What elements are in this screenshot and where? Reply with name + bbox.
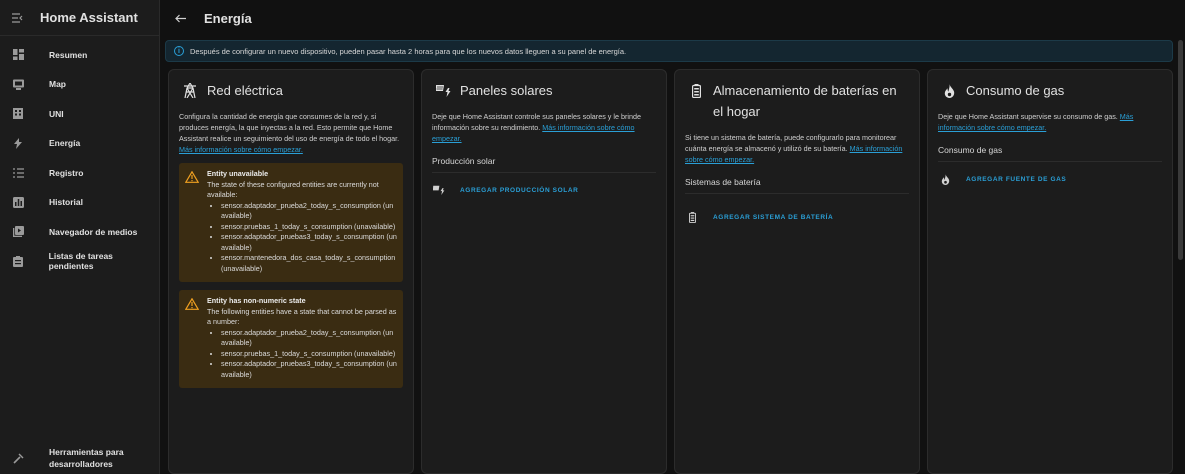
fire-icon — [938, 80, 960, 101]
map-icon — [0, 79, 36, 90]
sidebar-item-label: Registro — [49, 167, 84, 178]
card-title-text: Consumo de gas — [966, 83, 1065, 98]
sidebar-item-map[interactable]: Map — [0, 70, 159, 100]
card-description: Deje que Home Assistant supervise su con… — [938, 111, 1162, 133]
card-title: Almacenamiento de baterías en el hogar — [685, 80, 909, 122]
app: Home Assistant Resumen Map UNI Energía R… — [0, 0, 1185, 474]
card-title-text: Almacenamiento de baterías en el hogar — [713, 83, 897, 119]
chart-icon — [0, 196, 36, 208]
sidebar-item-label: Map — [49, 79, 66, 90]
sidebar-item-energia[interactable]: Energía — [0, 129, 159, 159]
section-heading: Sistemas de batería — [685, 177, 909, 194]
warning-title: Entity unavailable — [207, 169, 269, 178]
sidebar-item-uni[interactable]: UNI — [0, 99, 159, 129]
card-description: Configura la cantidad de energía que con… — [179, 111, 403, 155]
sidebar-item-registro[interactable]: Registro — [0, 158, 159, 188]
hammer-icon — [0, 453, 36, 464]
banner-text: Después de configurar un nuevo dispositi… — [190, 46, 627, 56]
lightning-icon — [0, 137, 36, 149]
list-item: sensor.mantenedora_dos_casa_today_s_cons… — [221, 253, 397, 274]
warning-body: Entity unavailable The state of these co… — [207, 169, 397, 274]
app-title: Home Assistant — [40, 10, 138, 25]
info-banner: i Después de configurar un nuevo disposi… — [165, 40, 1173, 62]
card-description-text: Deje que Home Assistant supervise su con… — [938, 112, 1118, 121]
gas-card: Consumo de gas Deje que Home Assistant s… — [927, 69, 1173, 474]
card-description-text: Configura la cantidad de energía que con… — [179, 112, 400, 143]
fire-icon — [938, 173, 952, 185]
card-title: Paneles solares — [432, 80, 656, 101]
warning-icon — [184, 296, 201, 380]
list-item: sensor.pruebas_1_today_s_consumption (un… — [221, 222, 397, 233]
add-battery-system-button[interactable]: Agregar sistema de batería — [713, 214, 833, 221]
list-item: sensor.adaptador_pruebas3_today_s_consum… — [221, 232, 397, 253]
add-gas-row: Agregar fuente de gas — [938, 172, 1162, 186]
solar-panel-icon — [432, 185, 446, 195]
list-item: sensor.adaptador_prueba2_today_s_consump… — [221, 328, 397, 349]
sidebar-item-label: UNI — [49, 108, 64, 119]
card-title: Red eléctrica — [179, 80, 403, 101]
add-solar-row: Agregar producción solar — [432, 183, 656, 197]
sidebar: Home Assistant Resumen Map UNI Energía R… — [0, 0, 160, 474]
arrow-left-icon — [174, 14, 186, 22]
transmission-tower-icon — [179, 80, 201, 101]
warning-title: Entity has non-numeric state — [207, 296, 306, 305]
add-battery-row: Agregar sistema de batería — [685, 210, 909, 224]
sidebar-item-navegador-medios[interactable]: Navegador de medios — [0, 217, 159, 247]
card-title: Consumo de gas — [938, 80, 1162, 101]
media-icon — [0, 226, 36, 238]
sidebar-items: Resumen Map UNI Energía Registro Histori… — [0, 36, 159, 276]
checklist-icon — [0, 255, 36, 267]
grid-card: Red eléctrica Configura la cantidad de e… — [168, 69, 414, 474]
add-gas-source-button[interactable]: Agregar fuente de gas — [966, 176, 1066, 183]
list-item: sensor.pruebas_1_today_s_consumption (un… — [221, 349, 397, 360]
sidebar-item-herramientas[interactable]: Herramientas para desarrolladores — [0, 442, 160, 474]
card-title-text: Red eléctrica — [207, 83, 283, 98]
sidebar-item-label: Herramientas para desarrolladores — [49, 447, 124, 469]
warning-entity-unavailable: Entity unavailable The state of these co… — [179, 163, 403, 282]
warning-list: sensor.adaptador_prueba2_today_s_consump… — [221, 328, 397, 381]
sidebar-item-label: Resumen — [49, 49, 88, 60]
sidebar-item-listas-tareas[interactable]: Listas de tareas pendientes — [0, 247, 159, 277]
warning-body: Entity has non-numeric state The followi… — [207, 296, 397, 380]
battery-icon — [685, 211, 699, 223]
section-heading: Consumo de gas — [938, 145, 1162, 162]
card-description: Deje que Home Assistant controle sus pan… — [432, 111, 656, 144]
card-title-text: Paneles solares — [460, 83, 553, 98]
info-icon: i — [174, 46, 184, 56]
warning-text: The following entities have a state that… — [207, 306, 397, 327]
sidebar-header: Home Assistant — [0, 0, 159, 36]
battery-card: Almacenamiento de baterías en el hogar S… — [674, 69, 920, 474]
top-bar: Energía — [160, 0, 1185, 36]
add-solar-production-button[interactable]: Agregar producción solar — [460, 187, 578, 194]
learn-more-link[interactable]: Más información sobre cómo empezar. — [179, 145, 303, 154]
back-button[interactable] — [160, 0, 200, 36]
warning-list: sensor.adaptador_prueba2_today_s_consump… — [221, 201, 397, 275]
sidebar-item-resumen[interactable]: Resumen — [0, 40, 159, 70]
warning-text: The state of these configured entities a… — [207, 179, 379, 200]
dashboard-icon — [0, 49, 36, 61]
warning-icon — [184, 169, 201, 274]
card-description: Si tiene un sistema de batería, puede co… — [685, 132, 909, 165]
section-heading: Producción solar — [432, 156, 656, 173]
sidebar-item-label: Historial — [49, 197, 84, 208]
list-item: sensor.adaptador_prueba2_today_s_consump… — [221, 201, 397, 222]
battery-icon — [685, 80, 707, 101]
sidebar-item-historial[interactable]: Historial — [0, 188, 159, 218]
solar-card: Paneles solares Deje que Home Assistant … — [421, 69, 667, 474]
building-icon — [0, 108, 36, 120]
sidebar-item-label: Energía — [49, 138, 81, 149]
list-item: sensor.adaptador_pruebas3_today_s_consum… — [221, 359, 397, 380]
sidebar-item-label: Navegador de medios — [49, 226, 138, 237]
menu-icon — [12, 12, 23, 23]
page-scrollbar[interactable] — [1178, 40, 1183, 260]
sidebar-item-label: Listas de tareas pendientes — [48, 251, 113, 272]
menu-toggle-button[interactable] — [0, 0, 36, 36]
page-title: Energía — [204, 10, 252, 26]
warning-non-numeric-state: Entity has non-numeric state The followi… — [179, 290, 403, 388]
list-icon — [0, 168, 36, 178]
solar-panel-icon — [432, 80, 454, 101]
